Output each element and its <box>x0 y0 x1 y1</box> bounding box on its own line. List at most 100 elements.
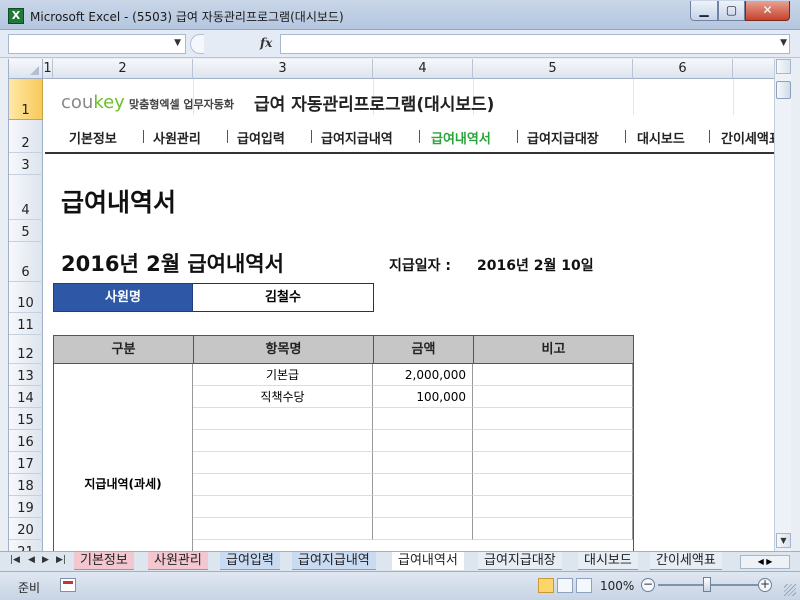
zoom-in-icon[interactable]: + <box>758 578 772 592</box>
amount-cell[interactable] <box>373 474 473 496</box>
note-cell[interactable] <box>473 364 633 386</box>
row-header[interactable]: 5 <box>9 220 43 242</box>
employee-name-cell[interactable]: 김철수 <box>193 283 374 312</box>
row-header[interactable]: 14 <box>9 386 43 408</box>
formula-input[interactable]: ▼ <box>280 34 790 54</box>
item-cell[interactable] <box>193 518 373 540</box>
row-header[interactable]: 10 <box>9 282 43 313</box>
menu-item-basic-info[interactable]: 기본정보 <box>69 128 117 147</box>
row-header[interactable]: 13 <box>9 364 43 386</box>
sheet-tab-dashboard[interactable]: 대시보드 <box>578 552 638 570</box>
amount-cell[interactable] <box>373 496 473 518</box>
column-header[interactable]: 3 <box>193 59 373 79</box>
row-header[interactable]: 17 <box>9 452 43 474</box>
horizontal-scrollbar[interactable]: ◀ ▶ <box>740 555 790 569</box>
first-sheet-icon[interactable]: |◀ <box>10 555 20 565</box>
note-cell[interactable] <box>473 386 633 408</box>
menu-item-dashboard[interactable]: 대시보드 <box>637 128 685 147</box>
select-all-corner[interactable] <box>9 59 43 79</box>
row-header[interactable]: 15 <box>9 408 43 430</box>
worksheet-grid[interactable]: 1 2 3 4 5 6 1 2 3 4 5 6 10 11 12 13 14 1… <box>8 59 774 551</box>
table-header-note: 비고 <box>474 335 634 364</box>
item-cell[interactable] <box>193 452 373 474</box>
row-header[interactable]: 11 <box>9 313 43 335</box>
minimize-button[interactable]: ▁ <box>690 1 718 21</box>
menu-item-payroll-input[interactable]: 급여입력 <box>237 128 285 147</box>
normal-view-icon[interactable] <box>538 578 554 593</box>
item-cell[interactable]: 기본급 <box>193 364 373 386</box>
row-header[interactable]: 16 <box>9 430 43 452</box>
logo-subtitle: 맞춤형엑셀 업무자동화 <box>129 98 235 111</box>
resize-grip-icon[interactable] <box>784 584 796 596</box>
row-header[interactable]: 3 <box>9 153 43 175</box>
sheet-tab-payroll-ledger[interactable]: 급여지급대장 <box>478 552 562 570</box>
menu-item-payment-history[interactable]: 급여지급내역 <box>321 128 393 147</box>
page-layout-view-icon[interactable] <box>557 578 573 593</box>
amount-cell[interactable]: 2,000,000 <box>373 364 473 386</box>
amount-cell[interactable] <box>373 430 473 452</box>
note-cell[interactable] <box>473 496 633 518</box>
zoom-level[interactable]: 100% <box>600 579 634 593</box>
sheet-tab-payslip[interactable]: 급여내역서 <box>392 552 464 570</box>
column-header[interactable]: 6 <box>633 59 733 79</box>
menu-item-employees[interactable]: 사원관리 <box>153 128 201 147</box>
expand-formula-bar-icon[interactable]: ▼ <box>780 38 787 48</box>
name-box[interactable]: ▼ <box>8 34 186 54</box>
sheet-tab-employees[interactable]: 사원관리 <box>148 552 208 570</box>
note-cell[interactable] <box>473 408 633 430</box>
amount-cell[interactable]: 100,000 <box>373 386 473 408</box>
menu-item-payslip[interactable]: 급여내역서 <box>431 128 491 147</box>
formula-controls: fx <box>190 34 278 54</box>
menu-item-payroll-ledger[interactable]: 급여지급대장 <box>527 128 599 147</box>
row-header[interactable]: 6 <box>9 242 43 282</box>
row-header[interactable]: 2 <box>9 120 43 153</box>
amount-cell[interactable] <box>373 518 473 540</box>
note-cell[interactable] <box>473 474 633 496</box>
menu-item-tax-table[interactable]: 간이세액표 <box>721 128 774 147</box>
sheet-tab-payroll-input[interactable]: 급여입력 <box>220 552 280 570</box>
column-header[interactable]: 2 <box>53 59 193 79</box>
name-box-dropdown-icon[interactable]: ▼ <box>174 38 181 48</box>
item-cell[interactable] <box>193 408 373 430</box>
amount-cell[interactable] <box>373 408 473 430</box>
column-header[interactable] <box>733 59 774 79</box>
formula-bar-splitter[interactable] <box>190 34 204 54</box>
vertical-scrollbar[interactable]: ▼ <box>774 59 791 551</box>
row-header[interactable]: 1 <box>9 79 43 120</box>
item-cell[interactable] <box>193 496 373 518</box>
sheet-tab-tax-table[interactable]: 간이세액표 <box>650 552 722 570</box>
note-cell[interactable] <box>473 452 633 474</box>
zoom-out-icon[interactable]: − <box>641 578 655 592</box>
row-header[interactable]: 21 <box>9 540 43 551</box>
sheet-tab-basic-info[interactable]: 기본정보 <box>74 552 134 570</box>
page-break-view-icon[interactable] <box>576 578 592 593</box>
excel-app-icon[interactable]: X <box>8 8 24 24</box>
row-header[interactable]: 12 <box>9 335 43 364</box>
row-header[interactable]: 20 <box>9 518 43 540</box>
column-header[interactable]: 1 <box>43 59 53 79</box>
column-header[interactable]: 4 <box>373 59 473 79</box>
item-cell[interactable]: 직책수당 <box>193 386 373 408</box>
amount-cell[interactable] <box>373 452 473 474</box>
item-cell[interactable] <box>193 430 373 452</box>
next-sheet-icon[interactable]: ▶ <box>42 555 49 565</box>
prev-sheet-icon[interactable]: ◀ <box>28 555 35 565</box>
row-header[interactable]: 19 <box>9 496 43 518</box>
insert-function-icon[interactable]: fx <box>260 36 272 50</box>
close-button[interactable]: ✕ <box>745 1 790 21</box>
scroll-thumb[interactable] <box>776 81 791 99</box>
scroll-down-icon[interactable]: ▼ <box>776 533 791 548</box>
sheet-tab-payment-history[interactable]: 급여지급내역 <box>292 552 376 570</box>
note-cell[interactable] <box>473 430 633 452</box>
macro-record-icon[interactable] <box>60 578 76 592</box>
zoom-slider-thumb[interactable] <box>703 577 711 592</box>
note-cell[interactable] <box>473 518 633 540</box>
item-cell[interactable] <box>193 474 373 496</box>
row-header[interactable]: 18 <box>9 474 43 496</box>
split-handle-icon[interactable] <box>776 59 791 74</box>
category-cell[interactable]: 지급내역(과세) <box>53 364 193 551</box>
last-sheet-icon[interactable]: ▶| <box>56 555 66 565</box>
row-header[interactable]: 4 <box>9 175 43 220</box>
column-header[interactable]: 5 <box>473 59 633 79</box>
maximize-button[interactable]: ▢ <box>718 1 745 21</box>
